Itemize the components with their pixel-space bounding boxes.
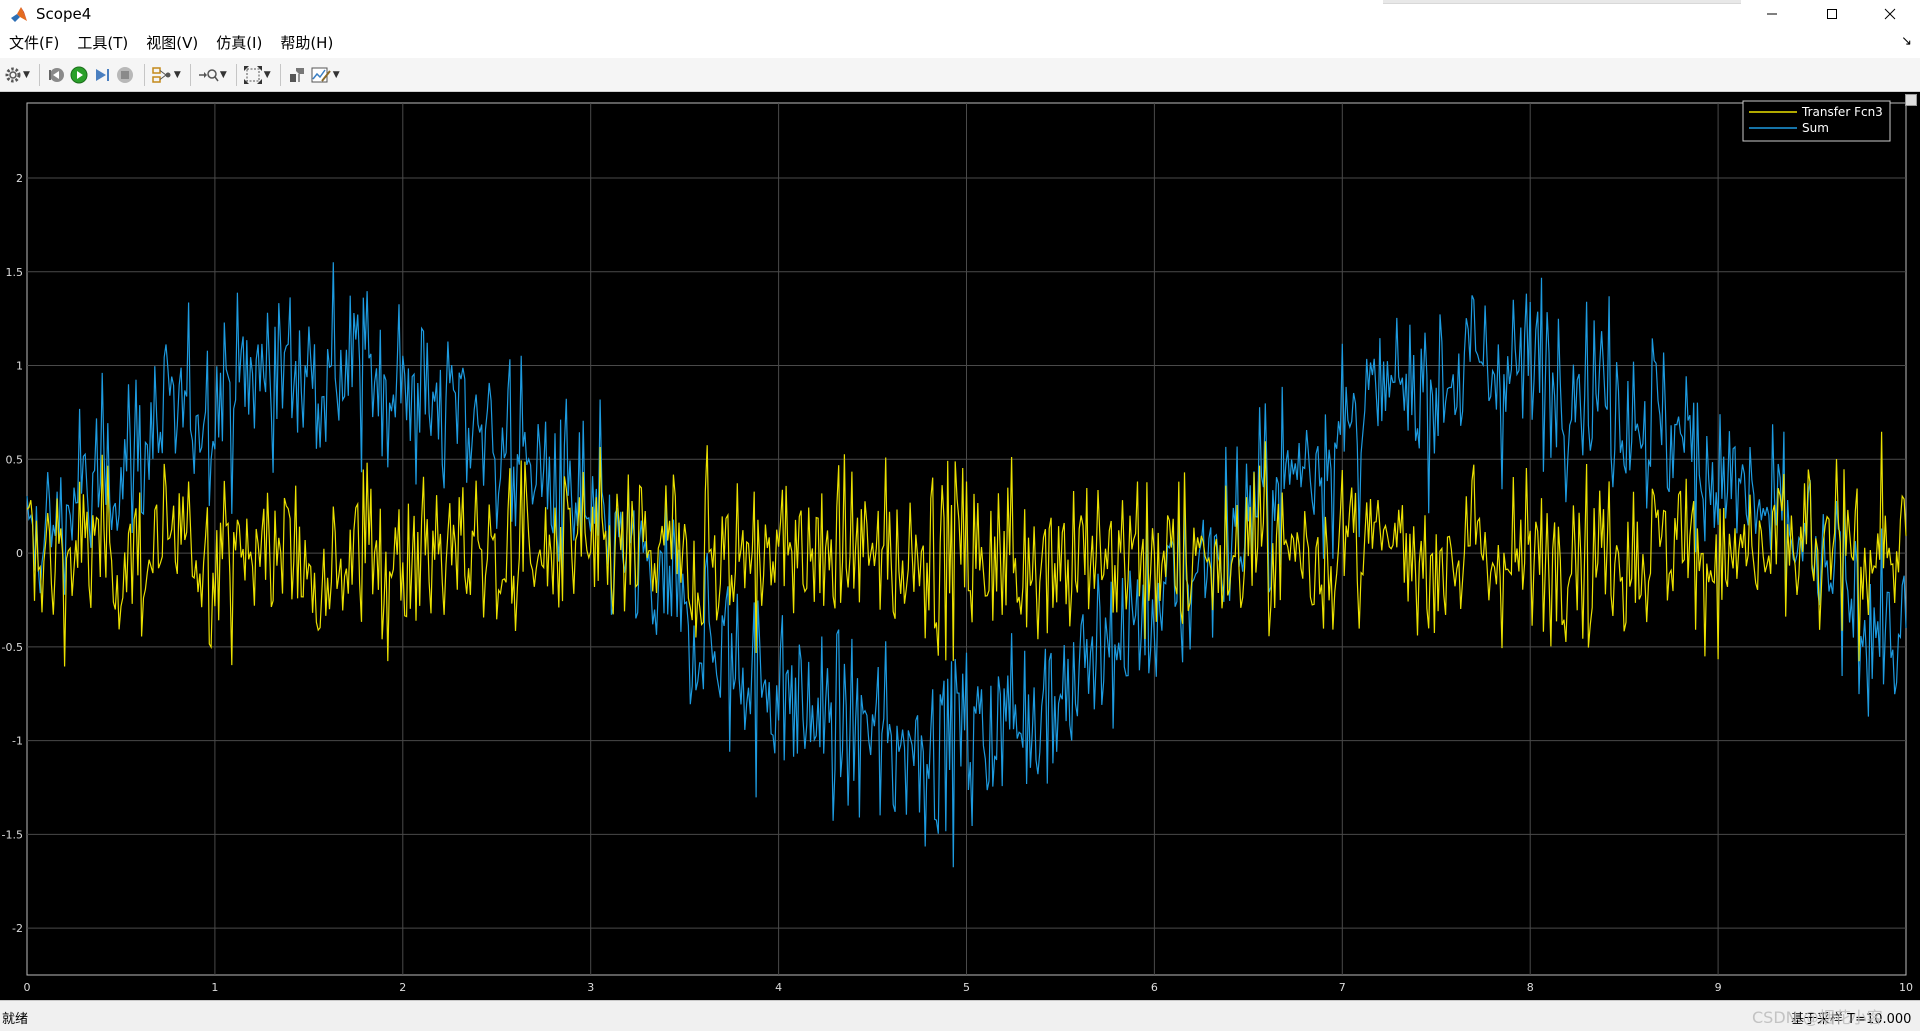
legend[interactable]: Transfer Fcn3 Sum (1742, 100, 1891, 142)
x-tick-label: 0 (24, 981, 31, 994)
toolbar-separator (143, 63, 145, 86)
x-tick-label: 4 (775, 981, 782, 994)
menu-view[interactable]: 视图(V) (137, 28, 207, 58)
title-bar-ghost (1383, 0, 1741, 4)
status-text: 就绪 (2, 1012, 29, 1027)
x-tick-label: 10 (1899, 981, 1913, 994)
window-title: Scope4 (36, 5, 92, 23)
pin-icon[interactable]: ↘ (1901, 34, 1912, 49)
undock-icon[interactable] (1905, 94, 1917, 106)
menu-help[interactable]: 帮助(H) (271, 28, 342, 58)
x-tick-label: 5 (963, 981, 970, 994)
zoom-button[interactable]: ▼ (197, 61, 227, 89)
y-tick-label: -1 (12, 735, 23, 748)
style-button[interactable]: ▼ (310, 61, 340, 89)
highlight-icon (289, 67, 304, 82)
x-axis-ticks: 0 1 2 3 4 5 6 7 8 9 10 (24, 981, 1914, 994)
stop-button[interactable] (115, 61, 135, 89)
toolbar-separator (38, 63, 40, 86)
x-tick-label: 1 (211, 981, 218, 994)
minimize-icon (1767, 13, 1777, 15)
stop-icon (116, 66, 133, 83)
toolbar: ▼ ▼ ▼ ▼ ▼ (0, 58, 1920, 92)
style-icon (311, 67, 331, 82)
scope-display: 2 1.5 1 0.5 0 -0.5 -1 -1.5 -2 0 1 2 3 4 5 6 7 8 9 10 Trans… (0, 92, 1920, 1000)
toolbar-separator (235, 63, 237, 86)
autoscale-icon (243, 65, 262, 84)
y-tick-label: 1.5 (6, 266, 24, 279)
zoom-icon (198, 68, 219, 81)
menu-bar: 文件(F) 工具(T) 视图(V) 仿真(I) 帮助(H) (0, 28, 1920, 58)
close-icon (1884, 8, 1896, 20)
close-button[interactable] (1862, 0, 1918, 28)
y-axis-ticks: 2 1.5 1 0.5 0 -0.5 -1 -1.5 -2 (2, 172, 23, 935)
run-button[interactable] (69, 61, 89, 89)
step-back-button[interactable] (46, 61, 66, 89)
step-forward-button[interactable] (92, 61, 112, 89)
plot-canvas[interactable]: 2 1.5 1 0.5 0 -0.5 -1 -1.5 -2 0 1 2 3 4 5 6 7 8 9 10 Trans… (0, 92, 1920, 1000)
x-tick-label: 8 (1527, 981, 1534, 994)
status-bar: 就绪 基于采样 T=10.000 (0, 1000, 1920, 1031)
menu-simulation[interactable]: 仿真(I) (207, 28, 271, 58)
menu-file[interactable]: 文件(F) (0, 28, 68, 58)
x-tick-label: 6 (1151, 981, 1158, 994)
y-tick-label: 1 (16, 360, 23, 373)
step-forward-icon (95, 68, 109, 81)
matlab-logo-icon (11, 7, 27, 22)
y-tick-label: -0.5 (2, 641, 23, 654)
legend-label-transfer-fcn3: Transfer Fcn3 (1801, 105, 1883, 119)
y-tick-label: -2 (12, 922, 23, 935)
maximize-button[interactable] (1804, 0, 1860, 28)
menu-tools[interactable]: 工具(T) (68, 28, 137, 58)
y-tick-label: -1.5 (2, 828, 23, 841)
autoscale-button[interactable]: ▼ (243, 61, 271, 89)
settings-icon (5, 67, 21, 82)
toolbar-separator (279, 63, 281, 86)
settings-button[interactable]: ▼ (4, 61, 30, 89)
x-tick-label: 3 (587, 981, 594, 994)
watermark-text: CSDN @烟花小客 (1752, 1008, 1883, 1027)
title-bar: Scope4 (0, 0, 1920, 28)
x-tick-label: 2 (399, 981, 406, 994)
x-tick-label: 7 (1339, 981, 1346, 994)
x-tick-label: 9 (1715, 981, 1722, 994)
y-tick-label: 0 (16, 547, 23, 560)
minimize-button[interactable] (1744, 0, 1800, 28)
step-back-icon (48, 67, 64, 82)
maximize-icon (1827, 9, 1837, 19)
y-tick-label: 2 (16, 172, 23, 185)
run-icon (70, 66, 88, 83)
y-tick-label: 0.5 (6, 453, 24, 466)
highlight-button[interactable] (287, 61, 307, 89)
legend-label-sum: Sum (1802, 121, 1829, 135)
signal-select-icon (152, 66, 171, 83)
signal-select-button[interactable]: ▼ (151, 61, 181, 89)
toolbar-separator (189, 63, 191, 86)
